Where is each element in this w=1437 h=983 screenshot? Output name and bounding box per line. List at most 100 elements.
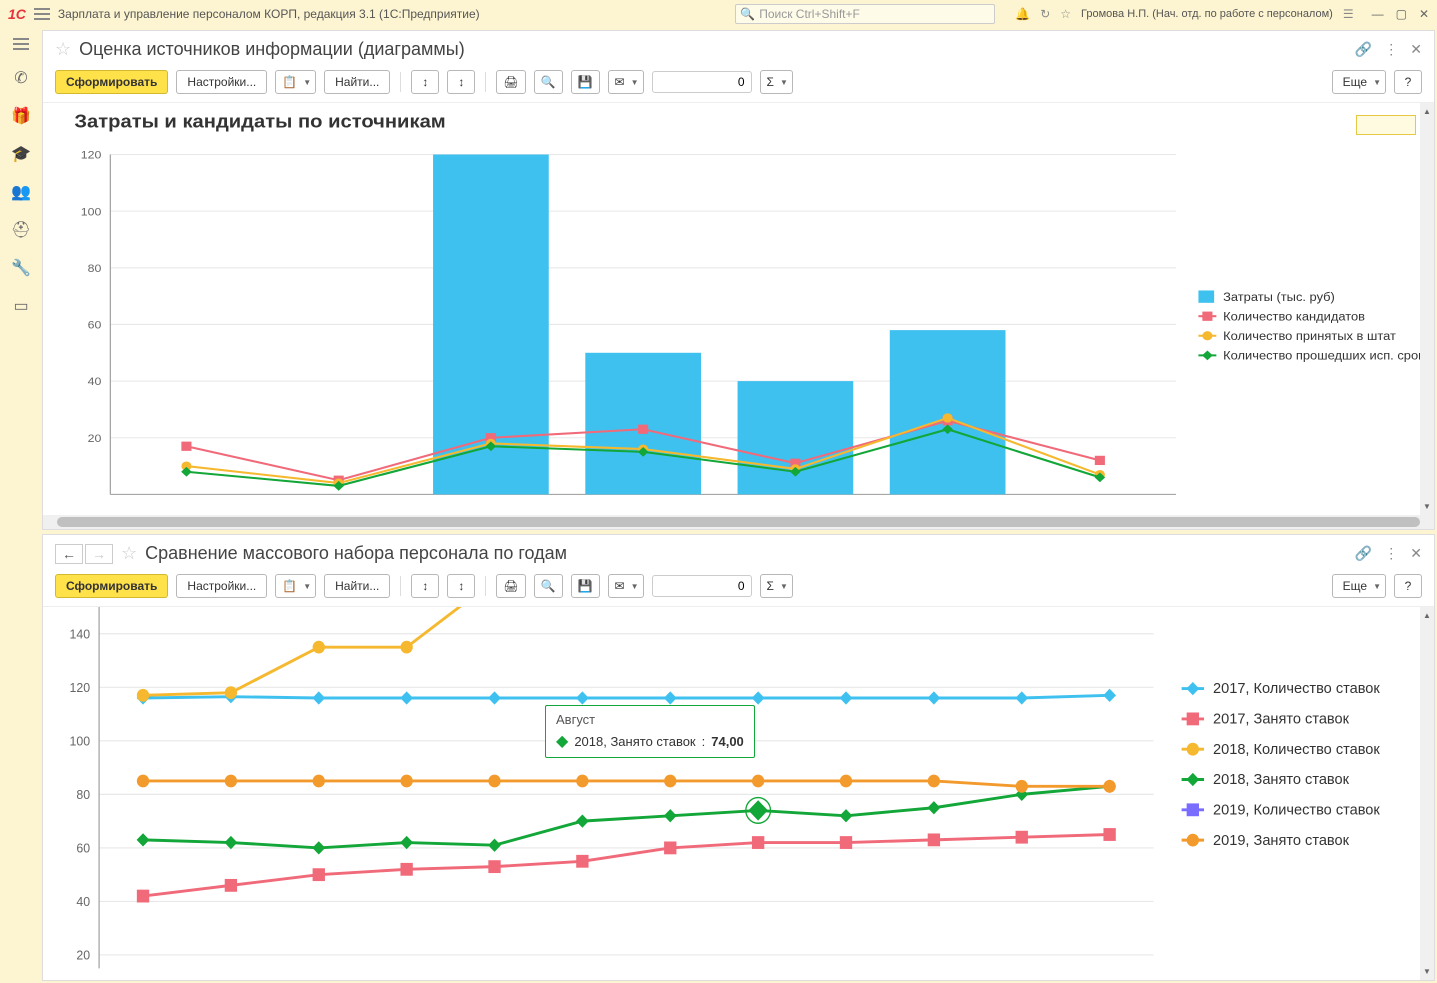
mail-button[interactable]: ✉▼ — [608, 574, 644, 598]
svg-text:140: 140 — [70, 627, 91, 641]
sections-menu-icon[interactable] — [13, 38, 29, 50]
chart1-scrollbar-v[interactable]: ▲▼ — [1420, 103, 1434, 515]
helmet-icon[interactable]: ⛑ — [11, 220, 31, 240]
expand-icon: ↕ — [422, 75, 428, 89]
panel-close-icon[interactable]: ✕ — [1410, 545, 1422, 562]
minimize-icon[interactable]: — — [1372, 7, 1384, 21]
chart2-svg: 204060801001201402017, Количество ставок… — [43, 607, 1434, 980]
svg-text:Количество кандидатов: Количество кандидатов — [1223, 310, 1365, 323]
phone-icon[interactable]: ✆ — [14, 68, 27, 88]
svg-text:120: 120 — [81, 148, 102, 161]
panel-sources-charts: ☆ Оценка источников информации (диаграмм… — [42, 30, 1435, 530]
svg-text:2019, Количество ставок: 2019, Количество ставок — [1213, 802, 1380, 818]
svg-text:20: 20 — [76, 948, 90, 962]
panel1-header: ☆ Оценка источников информации (диаграмм… — [43, 31, 1434, 66]
favorite-star-icon[interactable]: ☆ — [55, 39, 71, 60]
star-icon[interactable]: ☆ — [1060, 7, 1071, 21]
svg-text:100: 100 — [70, 734, 91, 748]
print-button[interactable]: 🖨 — [496, 574, 525, 598]
expand-button[interactable]: ↕ — [411, 574, 439, 598]
nav-forward-button[interactable]: → — [85, 544, 113, 564]
user-label[interactable]: Громова Н.П. (Нач. отд. по работе с перс… — [1081, 8, 1333, 20]
close-icon[interactable]: ✕ — [1419, 7, 1429, 21]
bell-icon[interactable]: 🔔 — [1015, 7, 1030, 21]
more-button[interactable]: Еще▼ — [1332, 70, 1386, 94]
settings-lines-icon[interactable]: ☰ — [1343, 7, 1354, 21]
save-button[interactable]: 💾 — [571, 70, 600, 94]
sum-button[interactable]: Σ▼ — [760, 70, 793, 94]
number-input[interactable] — [652, 575, 752, 597]
save-button[interactable]: 💾 — [571, 574, 600, 598]
chart1-scrollbar-h[interactable] — [43, 515, 1434, 529]
more-button[interactable]: Еще▼ — [1332, 574, 1386, 598]
svg-text:2018, Количество ставок: 2018, Количество ставок — [1213, 742, 1380, 758]
link-icon[interactable]: 🔗 — [1355, 41, 1372, 58]
panel1-title: Оценка источников информации (диаграммы) — [79, 39, 465, 60]
favorite-star-icon[interactable]: ☆ — [121, 543, 137, 564]
save-icon: 💾 — [578, 75, 593, 89]
paste-button[interactable]: 📋▼ — [275, 574, 316, 598]
panel2-title: Сравнение массового набора персонала по … — [145, 543, 567, 564]
chevron-down-icon: ▼ — [303, 582, 311, 591]
expand-button[interactable]: ↕ — [411, 70, 439, 94]
panel1-toolbar: Сформировать Настройки... 📋▼ Найти... ↕ … — [43, 66, 1434, 103]
more-vert-icon[interactable]: ⋮ — [1384, 545, 1398, 562]
tooltip-value: 74,00 — [711, 734, 744, 749]
tooltip-marker-icon: ◆ — [556, 731, 568, 751]
app-logo: 1C — [8, 6, 26, 22]
svg-text:40: 40 — [88, 375, 102, 388]
tooltip-series: 2018, Занято ставок — [574, 734, 695, 749]
people-icon[interactable]: 👥 — [11, 182, 31, 202]
history-icon[interactable]: ↻ — [1040, 7, 1050, 21]
preview-icon: 🔍 — [541, 75, 556, 89]
run-button[interactable]: Сформировать — [55, 574, 168, 598]
global-search-input[interactable]: 🔍 Поиск Ctrl+Shift+F — [735, 4, 995, 24]
nav-back-button[interactable]: ← — [55, 544, 83, 564]
wrench-icon[interactable]: 🔧 — [11, 258, 31, 278]
run-button[interactable]: Сформировать — [55, 70, 168, 94]
window-controls: — ▢ ✕ — [1372, 7, 1429, 21]
chevron-down-icon: ▼ — [631, 582, 639, 591]
maximize-icon[interactable]: ▢ — [1396, 7, 1407, 21]
collapse-button[interactable]: ↕ — [447, 574, 475, 598]
preview-button[interactable]: 🔍 — [534, 70, 563, 94]
chevron-down-icon: ▼ — [631, 78, 639, 87]
sigma-icon: Σ — [767, 579, 774, 593]
paste-icon: 📋 — [282, 579, 297, 593]
chart2-scrollbar-v[interactable]: ▲▼ — [1420, 607, 1434, 980]
collapse-icon: ↕ — [458, 579, 464, 593]
print-icon: 🖨 — [503, 75, 518, 89]
settings-button[interactable]: Настройки... — [176, 70, 267, 94]
svg-text:Затраты и кандидаты по источни: Затраты и кандидаты по источникам — [74, 111, 445, 132]
sum-button[interactable]: Σ▼ — [760, 574, 793, 598]
paste-button[interactable]: 📋▼ — [275, 70, 316, 94]
find-button[interactable]: Найти... — [324, 70, 390, 94]
svg-text:2017, Занято ставок: 2017, Занято ставок — [1213, 711, 1349, 727]
more-vert-icon[interactable]: ⋮ — [1384, 41, 1398, 58]
mail-button[interactable]: ✉▼ — [608, 70, 644, 94]
svg-text:100: 100 — [81, 205, 102, 218]
chevron-down-icon: ▼ — [303, 78, 311, 87]
find-button[interactable]: Найти... — [324, 574, 390, 598]
gift-icon[interactable]: 🎁 — [11, 106, 31, 126]
collapse-button[interactable]: ↕ — [447, 70, 475, 94]
left-sidebar: ✆ 🎁 🎓 👥 ⛑ 🔧 ▭ — [0, 28, 42, 983]
link-icon[interactable]: 🔗 — [1355, 545, 1372, 562]
mail-icon: ✉ — [615, 579, 625, 593]
help-button[interactable]: ? — [1394, 70, 1422, 94]
search-icon: 🔍 — [740, 7, 755, 21]
number-input[interactable] — [652, 71, 752, 93]
graduation-icon[interactable]: 🎓 — [11, 144, 31, 164]
svg-text:40: 40 — [76, 895, 90, 909]
print-button[interactable]: 🖨 — [496, 70, 525, 94]
title-icons-group: 🔔 ↻ ☆ Громова Н.П. (Нач. отд. по работе … — [1015, 7, 1353, 21]
svg-text:60: 60 — [88, 318, 102, 331]
svg-text:60: 60 — [76, 841, 90, 855]
card-icon[interactable]: ▭ — [13, 296, 28, 316]
chart1-area: Затраты и кандидаты по источникам2040608… — [43, 103, 1434, 515]
panel-close-icon[interactable]: ✕ — [1410, 41, 1422, 58]
main-menu-icon[interactable] — [34, 8, 50, 20]
preview-button[interactable]: 🔍 — [534, 574, 563, 598]
settings-button[interactable]: Настройки... — [176, 574, 267, 598]
help-button[interactable]: ? — [1394, 574, 1422, 598]
